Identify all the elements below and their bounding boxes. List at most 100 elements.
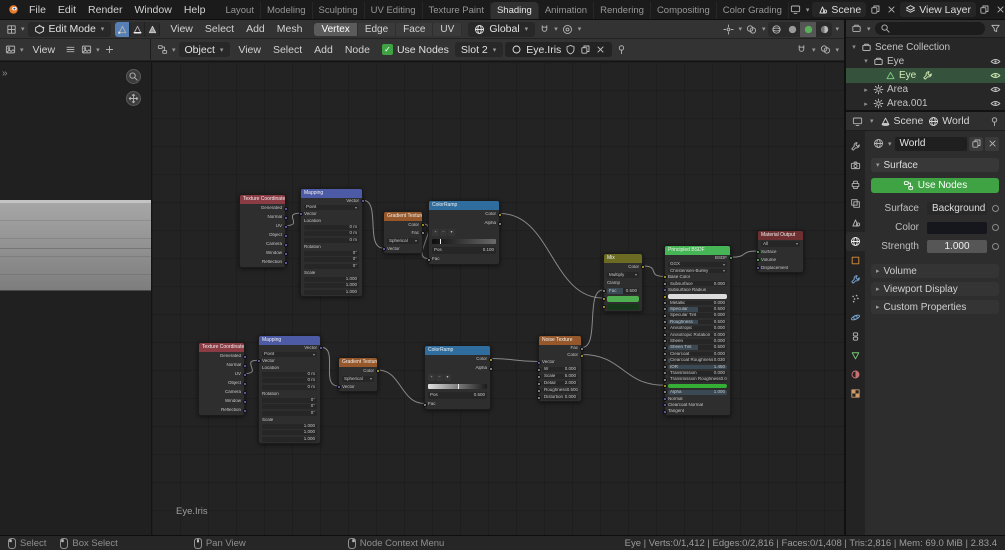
node-row-fac[interactable]: Fac 0.500: [601, 287, 642, 295]
expander-icon[interactable]: ▾: [850, 43, 858, 51]
visibility-eye-icon[interactable]: [990, 98, 1001, 109]
image-menu-view[interactable]: View: [27, 44, 62, 56]
outliner-item-eye[interactable]: ▾ Eye: [846, 54, 1005, 68]
node-row-spherical[interactable]: Spherical ▾: [339, 375, 377, 383]
image-browse-icon[interactable]: [79, 42, 93, 57]
node-row[interactable]: [425, 382, 490, 391]
node-socket[interactable]: [662, 281, 667, 286]
node-socket[interactable]: [755, 250, 760, 254]
node-socket[interactable]: [662, 307, 667, 312]
node-row-transmission-roughness[interactable]: Transmission Roughness0.000: [662, 376, 730, 382]
node-header[interactable]: ColorRamp: [429, 201, 499, 210]
properties-tab-object-data[interactable]: [846, 346, 865, 365]
use-nodes-checkbox[interactable]: ✓ Use Nodes: [378, 44, 453, 56]
node-socket[interactable]: [536, 381, 541, 386]
node-socket[interactable]: [662, 396, 667, 401]
node-socket[interactable]: [662, 320, 667, 325]
properties-tab-particles[interactable]: [846, 289, 865, 308]
node-socket[interactable]: [601, 305, 606, 309]
properties-tab-material[interactable]: [846, 365, 865, 384]
node-socket[interactable]: [318, 346, 323, 351]
shader-node-editor[interactable]: Texture Coordinate Generated Normal UV Objec…: [151, 61, 844, 535]
snapping-icon[interactable]: [795, 42, 809, 57]
node-row[interactable]: 1.000: [301, 289, 362, 296]
properties-tab-tool[interactable]: [846, 137, 865, 156]
properties-tab-render[interactable]: [846, 156, 865, 175]
vertex-select-mode-icon[interactable]: [115, 21, 131, 37]
hamburger-menu-icon[interactable]: [63, 42, 77, 57]
node-socket[interactable]: [662, 332, 667, 337]
zoom-tool-icon[interactable]: [126, 69, 141, 84]
shader-menu-view[interactable]: View: [232, 44, 267, 56]
node-gradient-texture-2[interactable]: Gradient Texture Color Fac Spherical ▾ Vector: [381, 211, 425, 254]
strength-field[interactable]: 1.000: [927, 240, 987, 253]
new-image-icon[interactable]: [103, 42, 117, 57]
node-socket[interactable]: [536, 395, 541, 400]
breadcrumb-world[interactable]: World: [928, 115, 970, 127]
node-socket[interactable]: [283, 224, 288, 229]
rendered-shading-icon[interactable]: [816, 22, 832, 37]
face-select-mode-icon[interactable]: [145, 21, 161, 37]
material-name-field[interactable]: Eye.Iris: [505, 42, 613, 57]
workspace-tab-uv-editing[interactable]: UV Editing: [365, 2, 423, 19]
node-socket[interactable]: [242, 363, 247, 368]
edit-menu-edge[interactable]: Edge: [358, 22, 397, 36]
edge-select-mode-icon[interactable]: [130, 21, 146, 37]
color-swatch[interactable]: [927, 221, 987, 234]
pin-icon[interactable]: [614, 42, 628, 57]
menu-help[interactable]: Help: [178, 4, 212, 16]
mode-dropdown[interactable]: Edit Mode ▾: [27, 21, 112, 37]
workspace-tab-rendering[interactable]: Rendering: [594, 2, 651, 19]
node-header[interactable]: Texture Coordinate: [240, 195, 285, 204]
node-socket[interactable]: [536, 388, 541, 393]
node-mapping-1[interactable]: Mapping Vector Point ▾ Vector Location 0 m0 m0…: [298, 188, 365, 297]
viewport-menu-mesh[interactable]: Mesh: [271, 23, 309, 35]
node-socket[interactable]: [579, 353, 584, 358]
panel-header-volume[interactable]: ▸ Volume: [871, 264, 999, 278]
workspace-tab-color-grading[interactable]: Color Grading: [717, 2, 789, 19]
properties-pin-icon[interactable]: [987, 114, 1001, 129]
node-socket[interactable]: [662, 294, 667, 299]
node-row[interactable]: + − ▾: [425, 373, 490, 382]
node-row-clearcoat-roughness[interactable]: Clearcoat Roughness 0.030: [662, 357, 730, 363]
properties-tab-world[interactable]: [846, 232, 865, 251]
node-socket[interactable]: [662, 352, 667, 357]
new-scene-icon[interactable]: [868, 2, 882, 17]
workspace-tab-texture-paint[interactable]: Texture Paint: [423, 2, 491, 19]
toolbar-expand-icon[interactable]: »: [2, 68, 8, 79]
proportional-editing-icon[interactable]: [561, 22, 575, 37]
input-socket-icon[interactable]: [992, 205, 999, 212]
edit-menu-uv[interactable]: UV: [433, 22, 463, 36]
unlink-world-icon[interactable]: [985, 136, 999, 151]
show-overlays-icon[interactable]: [745, 22, 759, 37]
node-gradient-texture-9[interactable]: Gradient Texture Color Spherical ▾ Vector: [336, 357, 380, 392]
input-socket-icon[interactable]: [992, 243, 999, 250]
node-socket[interactable]: [755, 266, 760, 270]
node-texture-coordinate-7[interactable]: Texture Coordinate Generated Normal UV Objec…: [198, 342, 247, 416]
node-socket[interactable]: [497, 221, 502, 226]
node-row-all[interactable]: All ▾: [758, 240, 803, 248]
panel-header-viewport-display[interactable]: ▸ Viewport Display: [871, 282, 999, 296]
node-header[interactable]: Mapping: [259, 336, 320, 345]
node-row[interactable]: + − ▾: [429, 228, 499, 237]
shader-editor-type-icon[interactable]: [155, 42, 169, 57]
visibility-eye-icon[interactable]: [990, 70, 1001, 81]
node-socket[interactable]: [662, 339, 667, 344]
use-nodes-button[interactable]: Use Nodes: [871, 178, 999, 193]
new-world-icon[interactable]: [969, 136, 983, 151]
node-socket[interactable]: [755, 258, 760, 262]
properties-tab-object[interactable]: [846, 251, 865, 270]
node-socket[interactable]: [420, 223, 425, 227]
node-row-distortion[interactable]: Distortion 0.000: [536, 394, 581, 401]
properties-tab-texture[interactable]: [846, 384, 865, 403]
surface-dropdown[interactable]: Background: [927, 202, 987, 215]
node-row-multiply[interactable]: Multiply ▾: [604, 271, 642, 279]
properties-tab-modifiers[interactable]: [846, 270, 865, 289]
node-socket[interactable]: [662, 358, 667, 363]
workspace-tab-animation[interactable]: Animation: [539, 2, 595, 19]
node-texture-coordinate-0[interactable]: Texture Coordinate Generated Normal UV Objec…: [239, 194, 288, 268]
node-socket[interactable]: [360, 199, 365, 204]
visibility-eye-icon[interactable]: [990, 56, 1001, 67]
node-socket[interactable]: [662, 300, 667, 305]
menu-file[interactable]: File: [23, 4, 52, 16]
